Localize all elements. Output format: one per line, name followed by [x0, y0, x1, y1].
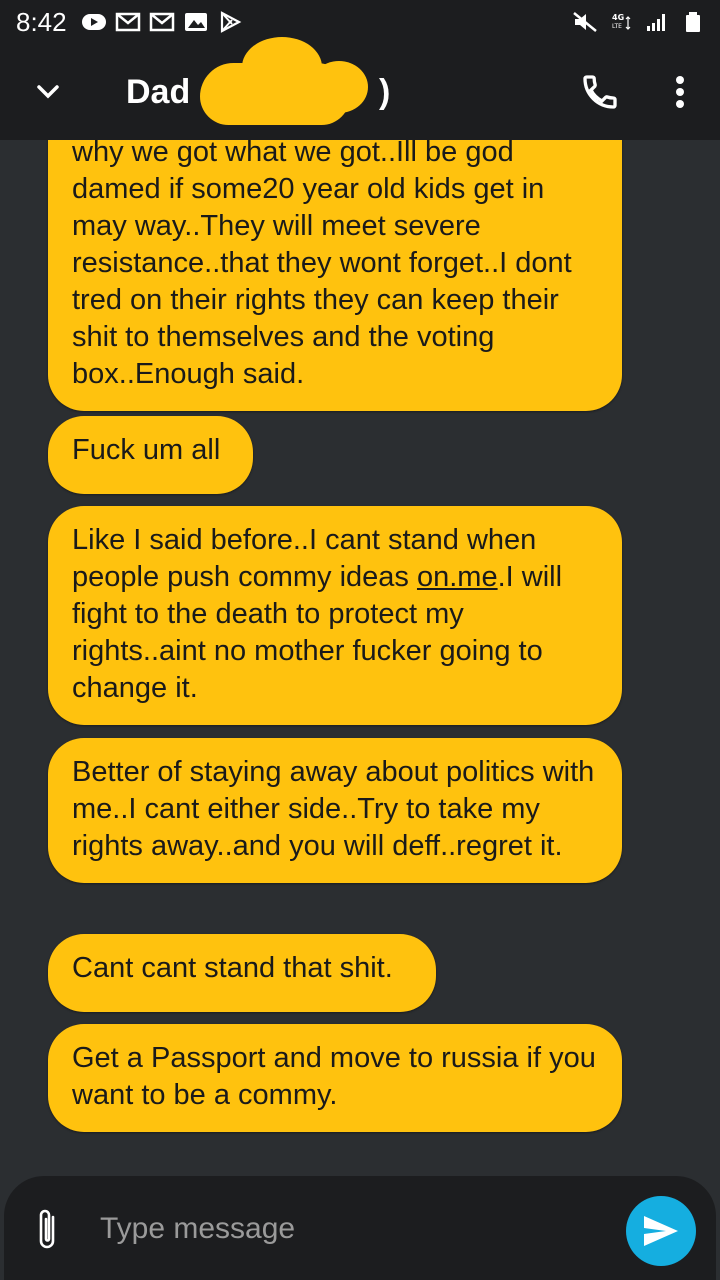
message-bubble[interactable]: Get a Passport and move to russia if you…: [48, 1024, 622, 1132]
status-bar: 8:42 4G LTE: [0, 0, 720, 44]
send-button[interactable]: [626, 1196, 696, 1266]
composer-box: [4, 1176, 716, 1280]
svg-text:4G: 4G: [612, 13, 624, 22]
back-button[interactable]: [0, 44, 96, 140]
contact-name[interactable]: Dad (): [126, 36, 391, 125]
gmail-icon: [115, 12, 140, 32]
send-icon: [644, 1216, 678, 1246]
message-bubble[interactable]: Better of staying away about politics wi…: [48, 738, 622, 883]
composer: [0, 1176, 720, 1280]
svg-text:LTE: LTE: [612, 23, 622, 30]
status-time: 8:42: [16, 6, 67, 37]
call-button[interactable]: [560, 44, 640, 140]
video-icon: [81, 14, 106, 30]
play-store-icon: [220, 11, 241, 33]
message-bubble[interactable]: why we got what we got..Ill be god damed…: [48, 140, 622, 411]
chevron-down-icon: [37, 85, 59, 99]
image-icon: [184, 13, 207, 31]
message-text: Cant cant stand that shit.: [72, 952, 393, 984]
message-text: Fuck um all: [72, 434, 221, 466]
message-link[interactable]: on.me: [417, 561, 498, 593]
message-text: Better of staying away about politics wi…: [72, 756, 595, 862]
paperclip-icon: [39, 1209, 55, 1249]
message-bubble[interactable]: Like I said before..I cant stand when pe…: [48, 506, 622, 725]
contact-name-text: Dad (: [126, 72, 211, 111]
more-vert-icon: [676, 76, 684, 108]
notification-icons: [81, 11, 243, 33]
message-text: why we got what we got..Ill be god damed…: [72, 140, 572, 390]
message-input[interactable]: [100, 1206, 600, 1252]
status-right-icons: 4G LTE: [572, 11, 706, 33]
message-list[interactable]: why we got what we got..Ill be god damed…: [0, 140, 720, 1160]
mute-icon: [573, 12, 597, 32]
redaction-scribble: [200, 36, 368, 125]
signal-icon: [647, 14, 665, 31]
more-options-button[interactable]: [640, 44, 720, 140]
gmail-icon: [149, 12, 174, 32]
message-bubble[interactable]: Fuck um all: [48, 416, 253, 494]
battery-icon: [686, 12, 700, 32]
4g-lte-icon: 4GLTE: [612, 13, 631, 30]
contact-name-suffix: ): [379, 72, 391, 111]
phone-icon: [583, 75, 617, 109]
message-text: Get a Passport and move to russia if you…: [72, 1042, 596, 1111]
attach-button[interactable]: [26, 1204, 70, 1256]
conversation-header: Dad (): [0, 36, 720, 140]
message-bubble[interactable]: Cant cant stand that shit.: [48, 934, 436, 1012]
